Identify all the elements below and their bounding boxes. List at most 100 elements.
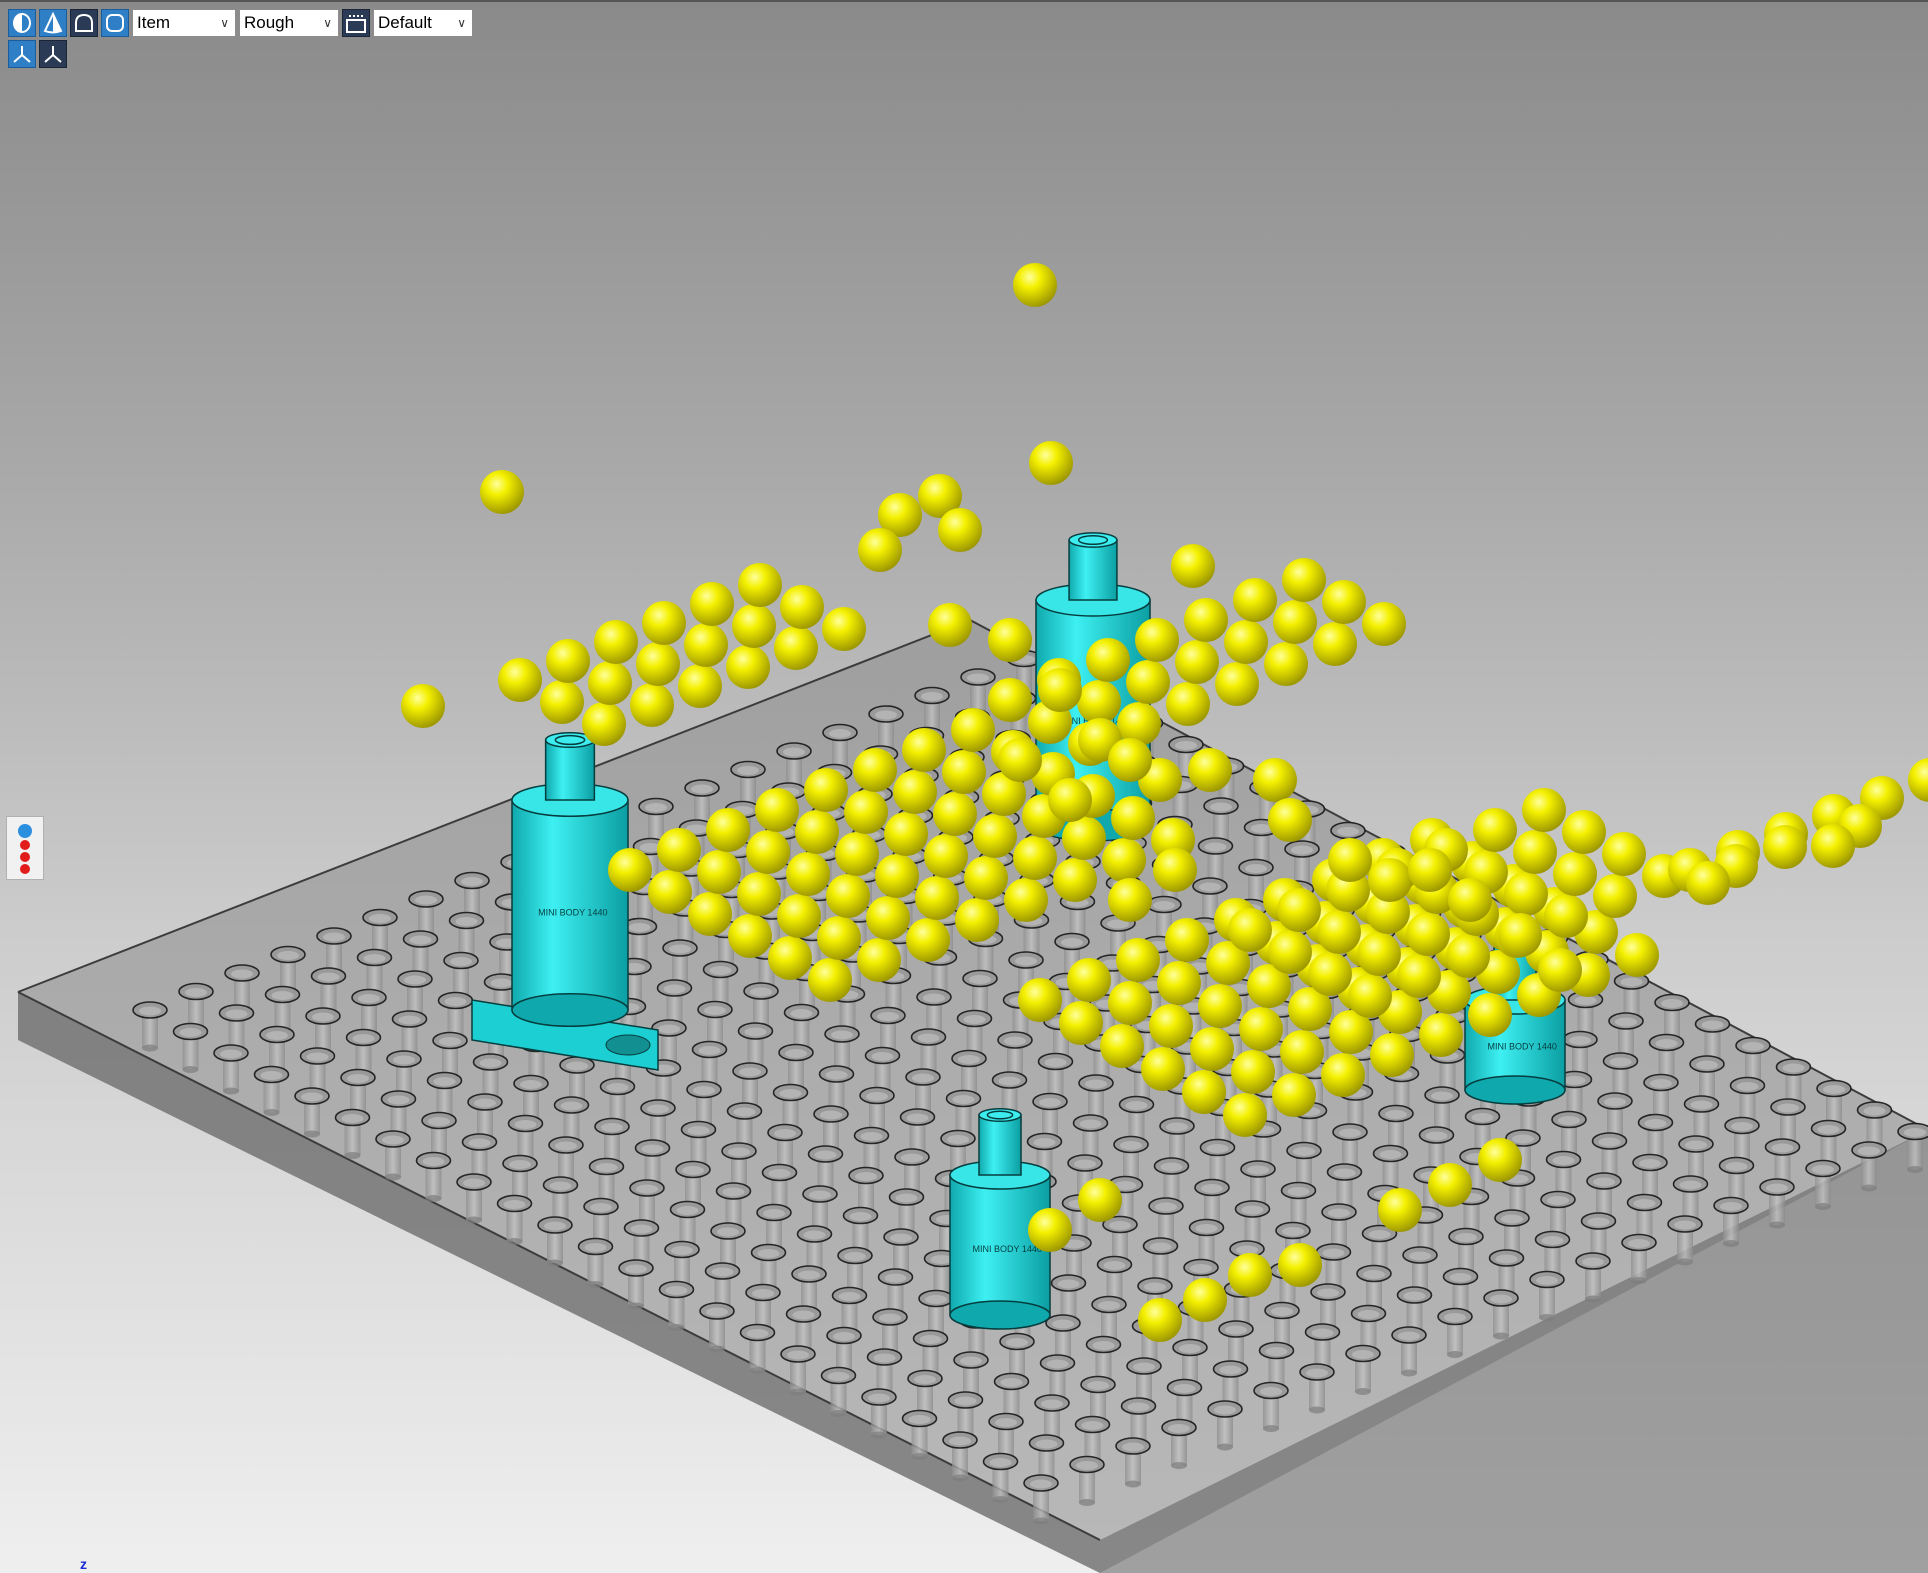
ball (1498, 913, 1542, 957)
preset-dropdown[interactable]: Default ∨ (373, 9, 473, 37)
ball (1468, 993, 1512, 1037)
ball (844, 790, 888, 834)
ball (1135, 618, 1179, 662)
ball (1048, 778, 1092, 822)
ball (1086, 638, 1130, 682)
ball (998, 738, 1042, 782)
ball (786, 852, 830, 896)
ball (738, 563, 782, 607)
ball (1077, 680, 1121, 724)
ball (678, 664, 722, 708)
ball (1126, 660, 1170, 704)
ball (1233, 578, 1277, 622)
ball (684, 623, 728, 667)
ball (732, 604, 776, 648)
ball (1100, 1024, 1144, 1068)
ball (1370, 1033, 1414, 1077)
ball (1228, 1253, 1272, 1297)
ball (1562, 810, 1606, 854)
ball (1268, 930, 1312, 974)
fixture-label: MINI BODY 1440 (538, 908, 607, 918)
ball (1013, 263, 1057, 307)
ball (401, 684, 445, 728)
ball (835, 832, 879, 876)
ball (726, 645, 770, 689)
chevron-down-icon: ∨ (220, 16, 229, 30)
ball (1184, 598, 1228, 642)
ball (1108, 981, 1152, 1025)
ball (804, 768, 848, 812)
ball (1029, 441, 1073, 485)
ball (706, 808, 750, 852)
ball (690, 582, 734, 626)
3d-scene[interactable]: MINI BODY 1440 MINI BODY 1440 MINI BODY 14… (0, 0, 1928, 1573)
ball (774, 626, 818, 670)
item-dropdown-value: Item (137, 13, 171, 32)
ball (1175, 640, 1219, 684)
cone-view-icon[interactable] (39, 9, 67, 37)
ball (480, 470, 524, 514)
ball (1018, 978, 1062, 1022)
ball (1811, 824, 1855, 868)
ball (1059, 1001, 1103, 1045)
ball (906, 918, 950, 962)
ball (1504, 872, 1548, 916)
ball (1067, 958, 1111, 1002)
ball (1317, 910, 1361, 954)
quality-dropdown-value: Rough (244, 13, 295, 32)
ball (1408, 848, 1452, 892)
ball (1280, 1030, 1324, 1074)
ball (688, 892, 732, 936)
quality-dropdown[interactable]: Rough ∨ (239, 9, 339, 37)
ball (1272, 1073, 1316, 1117)
ball (1190, 1027, 1234, 1071)
ball (1446, 934, 1490, 978)
ball (737, 872, 781, 916)
ball (808, 958, 852, 1002)
arch-view-icon[interactable] (70, 9, 98, 37)
item-dropdown[interactable]: Item ∨ (132, 9, 236, 37)
ball (915, 876, 959, 920)
ball (1273, 600, 1317, 644)
fixture-label: MINI BODY 1440 (973, 1244, 1042, 1254)
ball (1538, 948, 1582, 992)
ball (777, 894, 821, 938)
ball (1224, 620, 1268, 664)
ball (988, 678, 1032, 722)
ball (1686, 861, 1730, 905)
ball (1108, 878, 1152, 922)
ball (826, 874, 870, 918)
ball (1406, 912, 1450, 956)
ball (1553, 852, 1597, 896)
ball (540, 680, 584, 724)
ball (1215, 662, 1259, 706)
3d-viewport[interactable]: MINI BODY 1440 MINI BODY 1440 MINI BODY 14… (0, 0, 1928, 1573)
ball (1322, 580, 1366, 624)
axis-triad-left-icon[interactable] (8, 40, 36, 68)
ball (1078, 1178, 1122, 1222)
ball (1157, 961, 1201, 1005)
ball (1165, 918, 1209, 962)
ball (657, 828, 701, 872)
ball (1198, 984, 1242, 1028)
ball (1908, 758, 1928, 802)
ball (1321, 1053, 1365, 1097)
axis-triad-right-icon[interactable] (39, 40, 67, 68)
ball (594, 620, 638, 664)
ball (822, 607, 866, 651)
ball (755, 788, 799, 832)
ball (648, 870, 692, 914)
ball (938, 508, 982, 552)
ball (1149, 1004, 1193, 1048)
rounded-box-view-icon[interactable] (101, 9, 129, 37)
ball (582, 702, 626, 746)
ball (1188, 748, 1232, 792)
grid-layer-icon[interactable] (342, 9, 370, 37)
ball (1062, 816, 1106, 860)
z-axis-label: z (80, 1556, 87, 1572)
ball (1763, 825, 1807, 869)
ball (1478, 1138, 1522, 1182)
shaded-view-icon[interactable] (8, 9, 36, 37)
ball (1138, 1298, 1182, 1342)
balls-stack-icon[interactable] (6, 816, 44, 880)
